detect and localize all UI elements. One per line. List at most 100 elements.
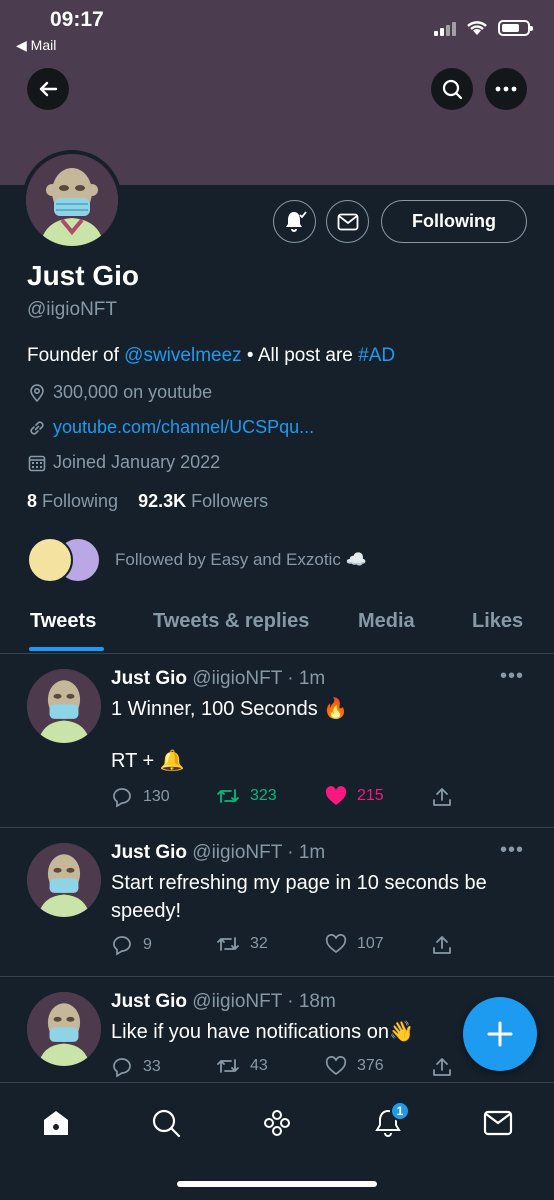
- profile-website[interactable]: youtube.com/channel/UCSPqu...: [27, 417, 314, 438]
- bio-text: • All post are: [241, 345, 359, 366]
- tweet-author-name: Just Gio: [111, 668, 188, 689]
- retweet-action[interactable]: 43: [216, 1056, 268, 1076]
- retweet-count: 43: [250, 1057, 268, 1074]
- followed-by-text: Followed by Easy and Exzotic ☁️: [115, 550, 367, 569]
- nav-home[interactable]: [40, 1107, 72, 1139]
- followed-by-avatars: [27, 537, 103, 583]
- reply-icon: [113, 936, 131, 956]
- notification-bell-button[interactable]: [273, 200, 316, 243]
- tweet-meta: @iigioNFT · 1m: [192, 668, 326, 689]
- tweet[interactable]: Just Gio @iigioNFT · 1m ••• 1 Winner, 10…: [0, 655, 554, 828]
- compose-tweet-button[interactable]: [463, 997, 537, 1071]
- website-link[interactable]: youtube.com/channel/UCSPqu...: [53, 417, 314, 438]
- ape-avatar-image: [27, 669, 101, 743]
- status-icons: [434, 20, 533, 36]
- like-action[interactable]: 376: [325, 1056, 384, 1076]
- profile-avatar[interactable]: [22, 150, 122, 250]
- profile-display-name: Just Gio: [27, 260, 140, 291]
- location-pin-icon: [30, 383, 44, 402]
- reply-action[interactable]: 33: [111, 1056, 161, 1078]
- share-action[interactable]: [431, 934, 453, 956]
- profile-joined: Joined January 2022: [27, 452, 220, 473]
- tweet-avatar[interactable]: [27, 669, 101, 743]
- retweet-icon: [217, 1059, 239, 1073]
- reply-count: 130: [143, 788, 170, 805]
- tweet-meta: @iigioNFT · 18m: [192, 991, 336, 1012]
- tweet-more-button[interactable]: •••: [500, 839, 524, 862]
- follower-avatar: [27, 537, 73, 583]
- nav-notifications[interactable]: 1: [372, 1101, 410, 1139]
- retweet-icon: [217, 937, 239, 951]
- search-icon: [152, 1109, 181, 1138]
- like-action[interactable]: 107: [325, 934, 384, 954]
- back-to-app-link[interactable]: ◀ Mail: [16, 37, 56, 54]
- active-tab-indicator: [29, 647, 104, 651]
- tab-tweets-replies[interactable]: Tweets & replies: [153, 610, 309, 633]
- tab-media[interactable]: Media: [358, 610, 415, 633]
- tweet-more-button[interactable]: •••: [500, 665, 524, 688]
- tweet-author-name: Just Gio: [111, 842, 188, 863]
- nav-spaces[interactable]: [261, 1107, 293, 1139]
- retweet-count: 32: [250, 935, 268, 952]
- status-time: 09:17: [50, 8, 104, 31]
- tweet-header: Just Gio @iigioNFT · 18m: [111, 991, 336, 1013]
- share-icon: [433, 936, 451, 954]
- share-icon: [433, 788, 451, 806]
- tweet-text-line: 1 Winner, 100 Seconds 🔥: [111, 698, 349, 720]
- spaces-icon: [264, 1110, 290, 1136]
- link-icon: [30, 420, 44, 435]
- tweet-meta: @iigioNFT · 1m: [192, 842, 326, 863]
- retweet-icon: [217, 789, 239, 803]
- bio-hashtag-link[interactable]: #AD: [358, 345, 395, 366]
- following-button[interactable]: Following: [381, 200, 527, 243]
- bio-text: Founder of: [27, 345, 125, 366]
- notifications-badge: 1: [390, 1101, 410, 1121]
- reply-icon: [113, 788, 131, 808]
- following-stat[interactable]: 8 Following: [27, 491, 118, 511]
- search-icon: [442, 79, 463, 100]
- tweet-avatar[interactable]: [27, 843, 101, 917]
- location-text: 300,000 on youtube: [53, 382, 213, 402]
- more-options-button[interactable]: [485, 68, 527, 110]
- retweet-count: 323: [250, 787, 277, 804]
- tweet-header: Just Gio @iigioNFT · 1m: [111, 668, 325, 690]
- following-count: 8: [27, 491, 38, 511]
- back-button[interactable]: [27, 68, 69, 110]
- tweet-actions: 130 323 215: [111, 786, 471, 810]
- ape-avatar-image: [27, 843, 101, 917]
- plus-icon: [487, 1021, 513, 1047]
- bio-mention-link[interactable]: @swivelmeez: [124, 345, 241, 366]
- tweet-text: Start refreshing my page in 10 seconds b…: [111, 869, 521, 925]
- arrow-left-icon: [39, 81, 58, 97]
- tab-tweets[interactable]: Tweets: [30, 610, 96, 633]
- tweet-text-line: speedy!: [111, 900, 182, 922]
- nav-search[interactable]: [150, 1107, 182, 1139]
- nav-messages[interactable]: [482, 1107, 514, 1139]
- retweet-action[interactable]: 323: [216, 786, 277, 806]
- envelope-icon: [483, 1110, 513, 1136]
- profile-handle: @iigioNFT: [27, 299, 118, 320]
- reply-action[interactable]: 9: [111, 934, 152, 956]
- ape-avatar-image: [27, 992, 101, 1066]
- heart-icon: [325, 934, 347, 954]
- tweet-actions: 33 43 376: [111, 1056, 471, 1080]
- reply-count: 33: [143, 1058, 161, 1075]
- cellular-signal-icon: [434, 20, 456, 36]
- like-count: 107: [357, 935, 384, 952]
- tweet-actions: 9 32 107: [111, 934, 471, 958]
- followed-by-row[interactable]: Followed by Easy and Exzotic ☁️: [27, 537, 367, 583]
- share-action[interactable]: [431, 1056, 453, 1078]
- tweet-header: Just Gio @iigioNFT · 1m: [111, 842, 325, 864]
- like-action[interactable]: 215: [325, 786, 384, 806]
- reply-action[interactable]: 130: [111, 786, 170, 808]
- tweet[interactable]: Just Gio @iigioNFT · 1m ••• Start refres…: [0, 829, 554, 977]
- ape-avatar-image: [26, 154, 118, 246]
- retweet-action[interactable]: 32: [216, 934, 268, 954]
- search-button[interactable]: [431, 68, 473, 110]
- followers-stat[interactable]: 92.3K Followers: [138, 491, 268, 511]
- tweet-text-line: RT + 🔔: [111, 750, 185, 772]
- tab-likes[interactable]: Likes: [472, 610, 523, 633]
- message-button[interactable]: [326, 200, 369, 243]
- share-action[interactable]: [431, 786, 453, 808]
- tweet-avatar[interactable]: [27, 992, 101, 1066]
